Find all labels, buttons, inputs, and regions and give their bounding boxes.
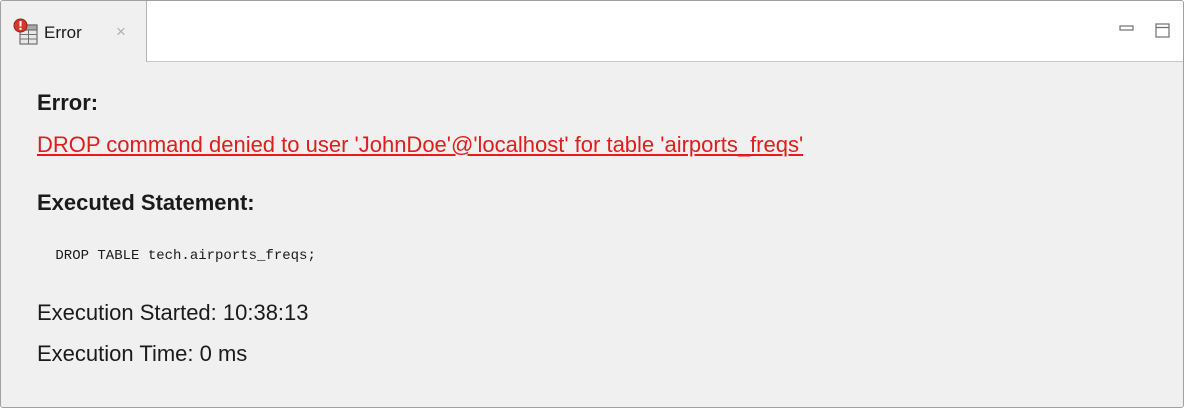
minimize-icon[interactable] bbox=[1118, 21, 1136, 39]
tab-error-label: Error bbox=[44, 23, 82, 42]
error-table-icon bbox=[13, 18, 39, 46]
tab-close-icon[interactable]: × bbox=[116, 22, 126, 42]
error-panel: Error × Error: DROP command denied to us… bbox=[0, 0, 1184, 408]
execution-time: Execution Time: 0 ms bbox=[37, 341, 248, 366]
executed-statement-heading: Executed Statement: bbox=[37, 190, 255, 215]
execution-started: Execution Started: 10:38:13 bbox=[37, 300, 309, 325]
tab-bar: Error × bbox=[1, 1, 1183, 62]
maximize-icon[interactable] bbox=[1154, 21, 1172, 39]
error-details: Error: DROP command denied to user 'John… bbox=[1, 62, 1183, 407]
executed-statement-sql: DROP TABLE tech.airports_freqs; bbox=[47, 248, 316, 264]
error-heading: Error: bbox=[37, 90, 99, 115]
error-message-link[interactable]: DROP command denied to user 'JohnDoe'@'l… bbox=[37, 132, 803, 158]
tab-error[interactable]: Error × bbox=[1, 1, 147, 62]
